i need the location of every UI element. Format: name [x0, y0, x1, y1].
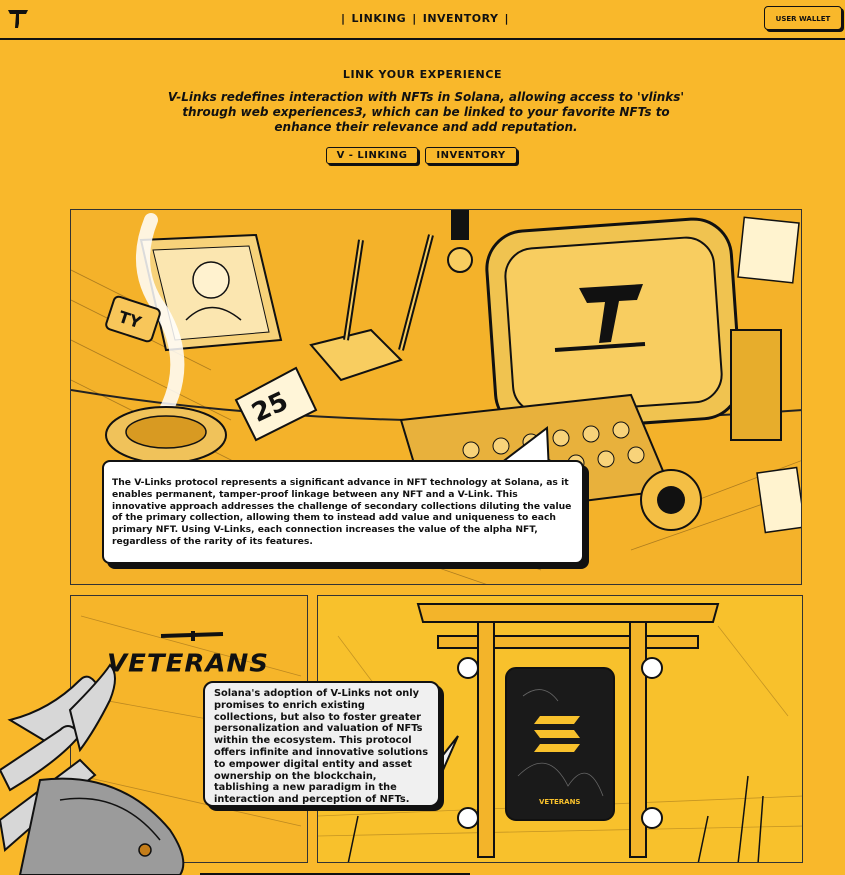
nav-separator: | — [504, 12, 509, 25]
solana-adoption-bubble: Solana's adoption of V-Links not only pr… — [203, 681, 440, 807]
main-illustration-panel: TY 25 The V-Links protocol represents a … — [70, 209, 802, 585]
main-nav: | LINKING | INVENTORY | — [338, 12, 512, 25]
user-wallet-button[interactable]: USER WALLET — [764, 6, 842, 30]
character-figure — [0, 663, 185, 875]
solana-adoption-text: Solana's adoption of V-Links not only pr… — [214, 688, 429, 806]
nav-link-linking[interactable]: LINKING — [352, 12, 407, 25]
protocol-description-bubble: The V-Links protocol represents a signif… — [102, 460, 584, 564]
ashtray — [105, 406, 227, 464]
solana-nft-card[interactable]: VETERANS — [505, 667, 615, 821]
protocol-description-text: The V-Links protocol represents a signif… — [112, 477, 572, 547]
tab-inventory[interactable]: INVENTORY — [425, 147, 517, 164]
nav-separator: | — [412, 12, 417, 25]
solana-logo-icon — [534, 716, 580, 752]
nav-separator: | — [341, 12, 346, 25]
top-navigation-bar: | LINKING | INVENTORY | USER WALLET — [0, 0, 845, 40]
ty-logo-icon[interactable] — [7, 9, 29, 29]
nav-link-inventory[interactable]: INVENTORY — [423, 12, 499, 25]
intro-text: V-Links redefines interaction with NFTs … — [167, 90, 685, 134]
photo-frame — [139, 233, 283, 352]
page-title: LINK YOUR EXPERIENCE — [342, 68, 503, 81]
tab-v-linking[interactable]: V - LINKING — [326, 147, 418, 164]
card-label: VETERANS — [539, 798, 580, 806]
